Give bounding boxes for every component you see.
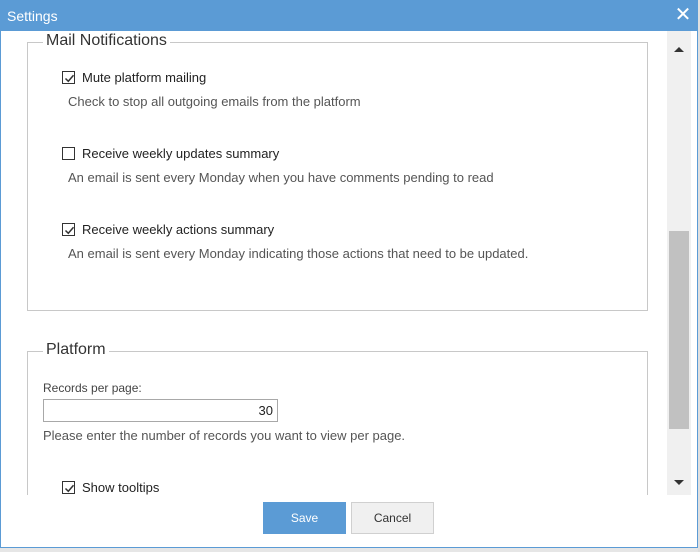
close-icon[interactable]: ✕ <box>674 4 692 26</box>
scrollbar-thumb[interactable] <box>669 231 689 429</box>
settings-dialog: Settings ✕ Mail Notifications Mute platf… <box>0 0 698 548</box>
mute-mailing-checkbox[interactable] <box>62 71 75 84</box>
show-tooltips-label: Show tooltips <box>82 480 160 495</box>
title-bar: Settings ✕ <box>1 1 698 31</box>
show-tooltips-checkbox[interactable] <box>62 481 75 494</box>
dialog-title: Settings <box>7 8 58 24</box>
save-button[interactable]: Save <box>263 502 346 534</box>
mute-mailing-description: Check to stop all outgoing emails from t… <box>68 94 361 109</box>
platform-group: Platform Records per page: Please enter … <box>27 341 648 495</box>
weekly-actions-description: An email is sent every Monday indicating… <box>68 246 529 261</box>
arrow-up-icon[interactable] <box>667 41 691 57</box>
platform-legend: Platform <box>43 341 109 359</box>
check-icon <box>64 484 75 493</box>
records-per-page-input[interactable] <box>43 399 278 422</box>
settings-content: Mail Notifications Mute platform mailing… <box>1 31 666 495</box>
weekly-updates-description: An email is sent every Monday when you h… <box>68 170 494 185</box>
records-per-page-label: Records per page: <box>43 381 142 395</box>
weekly-actions-label: Receive weekly actions summary <box>82 222 275 237</box>
check-icon <box>64 74 75 83</box>
arrow-down-icon[interactable] <box>667 475 691 491</box>
mail-notifications-legend: Mail Notifications <box>43 32 170 50</box>
window-bottom-edge <box>0 548 700 552</box>
cancel-button[interactable]: Cancel <box>351 502 434 534</box>
records-per-page-help: Please enter the number of records you w… <box>43 428 406 443</box>
weekly-updates-label: Receive weekly updates summary <box>82 146 280 161</box>
check-icon <box>64 226 75 235</box>
mail-notifications-group: Mail Notifications Mute platform mailing… <box>27 32 648 311</box>
vertical-scrollbar[interactable] <box>667 31 691 495</box>
weekly-updates-checkbox[interactable] <box>62 147 75 160</box>
weekly-actions-checkbox[interactable] <box>62 223 75 236</box>
mute-mailing-label: Mute platform mailing <box>82 70 207 85</box>
